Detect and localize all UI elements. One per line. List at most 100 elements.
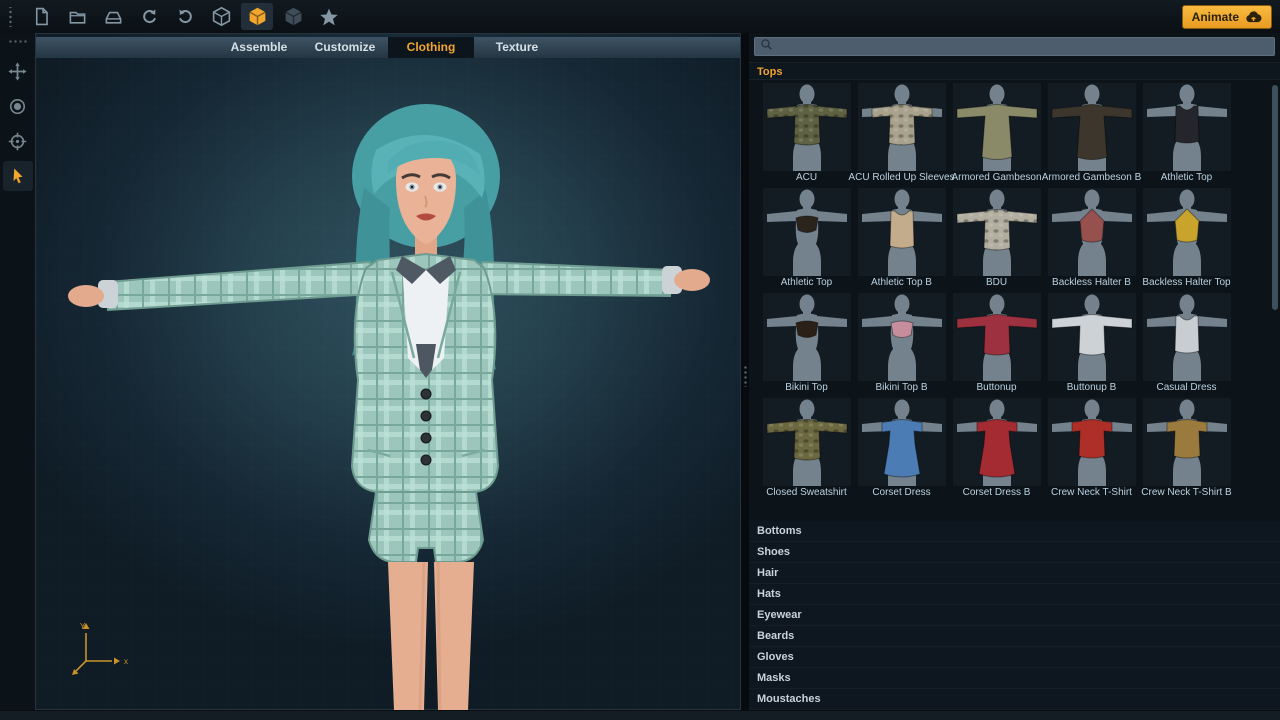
- clothing-item[interactable]: Crew Neck T-Shirt B: [1139, 398, 1234, 503]
- clothing-item-label: Armored Gambeson B: [1042, 172, 1142, 183]
- redo-icon[interactable]: [169, 3, 201, 30]
- toolbar-drag-handle-icon[interactable]: [8, 7, 13, 27]
- gizmo-x-label: x: [124, 657, 128, 666]
- tab-customize[interactable]: Customize: [302, 37, 388, 58]
- save-icon[interactable]: [97, 3, 129, 30]
- clothing-item-label: ACU: [796, 172, 817, 183]
- clothing-item-thumbnail[interactable]: [763, 83, 851, 171]
- clothing-item-thumbnail[interactable]: [763, 293, 851, 381]
- clothing-item[interactable]: Closed Sweatshirt: [759, 398, 854, 503]
- clothing-item[interactable]: Athletic Top: [1139, 83, 1234, 188]
- tab-texture[interactable]: Texture: [474, 37, 560, 58]
- clothing-item[interactable]: Backless Halter Top: [1139, 188, 1234, 293]
- open-folder-icon[interactable]: [61, 3, 93, 30]
- clothing-item[interactable]: Backless Halter B: [1044, 188, 1139, 293]
- clothing-item[interactable]: Corset Dress: [854, 398, 949, 503]
- clothing-item[interactable]: Buttonup: [949, 293, 1044, 398]
- section-header-moustaches[interactable]: Moustaches: [749, 689, 1280, 710]
- clothing-item[interactable]: ACU: [759, 83, 854, 188]
- clothing-item-label: Athletic Top: [781, 277, 833, 288]
- clothing-item[interactable]: Casual Dress: [1139, 293, 1234, 398]
- clothing-item[interactable]: Bikini Top: [759, 293, 854, 398]
- left-tool-rail: [0, 33, 35, 710]
- new-file-icon[interactable]: [25, 3, 57, 30]
- undo-icon[interactable]: [133, 3, 165, 30]
- tab-assemble[interactable]: Assemble: [216, 37, 302, 58]
- splitter-grip-icon: [743, 365, 748, 387]
- clothing-item[interactable]: Armored Gambeson B: [1044, 83, 1139, 188]
- clothing-item-thumbnail[interactable]: [763, 188, 851, 276]
- zoom-target-tool[interactable]: [3, 126, 33, 156]
- clothing-item[interactable]: Crew Neck T-Shirt: [1044, 398, 1139, 503]
- clothing-item-thumbnail[interactable]: [1143, 293, 1231, 381]
- panel-splitter[interactable]: [741, 33, 749, 710]
- clothing-item-thumbnail[interactable]: [858, 83, 946, 171]
- clothing-item[interactable]: BDU: [949, 188, 1044, 293]
- clothing-item-thumbnail[interactable]: [953, 398, 1041, 486]
- status-bar: [0, 710, 1280, 720]
- clothing-item[interactable]: Bikini Top B: [854, 293, 949, 398]
- clothing-item-thumbnail[interactable]: [1143, 188, 1231, 276]
- clothing-item-thumbnail[interactable]: [1048, 398, 1136, 486]
- clothing-item-label: Crew Neck T-Shirt B: [1141, 487, 1231, 498]
- clothing-item-thumbnail[interactable]: [1048, 293, 1136, 381]
- section-header-beards[interactable]: Beards: [749, 626, 1280, 647]
- clothing-item[interactable]: Armored Gambeson: [949, 83, 1044, 188]
- search-input[interactable]: [778, 40, 1269, 54]
- section-header-shoes[interactable]: Shoes: [749, 542, 1280, 563]
- clothing-item[interactable]: Athletic Top: [759, 188, 854, 293]
- animate-button[interactable]: Animate: [1182, 5, 1272, 29]
- section-header-masks[interactable]: Masks: [749, 668, 1280, 689]
- search-icon: [760, 38, 773, 56]
- clothing-items-grid: ACU ACU Rolled Up Sleeves Armored Gambes: [749, 80, 1280, 521]
- grid-scrollbar[interactable]: [1272, 85, 1278, 310]
- search-bar[interactable]: [754, 37, 1275, 56]
- clothing-item-label: Bikini Top B: [875, 382, 927, 393]
- character-model[interactable]: [36, 58, 742, 710]
- rail-icon-group: [3, 56, 33, 196]
- axis-gizmo: Y x: [64, 619, 134, 681]
- clothing-item-label: Casual Dress: [1156, 382, 1216, 393]
- clothing-item-label: Buttonup: [976, 382, 1016, 393]
- favorites-star-icon[interactable]: [313, 3, 345, 30]
- clothing-item-thumbnail[interactable]: [953, 293, 1041, 381]
- section-header-hats[interactable]: Hats: [749, 584, 1280, 605]
- cloud-upload-icon: [1245, 10, 1262, 23]
- clothing-item-thumbnail[interactable]: [763, 398, 851, 486]
- clothing-item-thumbnail[interactable]: [858, 293, 946, 381]
- section-header-bottoms[interactable]: Bottoms: [749, 521, 1280, 542]
- rail-drag-handle-icon[interactable]: [8, 39, 28, 44]
- 3d-viewport[interactable]: AssembleCustomizeClothingTexture: [35, 33, 741, 710]
- section-header-tops[interactable]: Tops: [749, 62, 1280, 80]
- clothing-item-thumbnail[interactable]: [1143, 83, 1231, 171]
- tab-clothing[interactable]: Clothing: [388, 37, 474, 58]
- top-toolbar: Animate: [0, 0, 1280, 33]
- texture-cube-icon[interactable]: [277, 3, 309, 30]
- clothing-item-thumbnail[interactable]: [953, 188, 1041, 276]
- section-header-eyewear[interactable]: Eyewear: [749, 605, 1280, 626]
- clothing-item[interactable]: Athletic Top B: [854, 188, 949, 293]
- clothing-item-thumbnail[interactable]: [1048, 188, 1136, 276]
- clothing-item-thumbnail[interactable]: [1143, 398, 1231, 486]
- clothing-cube-icon[interactable]: [241, 3, 273, 30]
- clothing-item-label: ACU Rolled Up Sleeves: [848, 172, 954, 183]
- clothing-item[interactable]: Buttonup B: [1044, 293, 1139, 398]
- select-tool[interactable]: [3, 161, 33, 191]
- clothing-item[interactable]: Corset Dress B: [949, 398, 1044, 503]
- category-section-list: BottomsShoesHairHatsEyewearBeardsGlovesM…: [749, 521, 1280, 710]
- clothing-item-thumbnail[interactable]: [1048, 83, 1136, 171]
- clothing-item-label: Backless Halter B: [1052, 277, 1131, 288]
- clothing-item-thumbnail[interactable]: [858, 398, 946, 486]
- section-header-gloves[interactable]: Gloves: [749, 647, 1280, 668]
- pan-tool[interactable]: [3, 56, 33, 86]
- orbit-tool[interactable]: [3, 91, 33, 121]
- section-header-hair[interactable]: Hair: [749, 563, 1280, 584]
- gizmo-y-label: Y: [80, 622, 86, 631]
- clothing-item-label: Backless Halter Top: [1142, 277, 1230, 288]
- clothing-item-label: Armored Gambeson: [951, 172, 1041, 183]
- clothing-item-thumbnail[interactable]: [953, 83, 1041, 171]
- clothing-item[interactable]: ACU Rolled Up Sleeves: [854, 83, 949, 188]
- clothing-item-label: Athletic Top: [1161, 172, 1213, 183]
- clothing-item-thumbnail[interactable]: [858, 188, 946, 276]
- assemble-cube-icon[interactable]: [205, 3, 237, 30]
